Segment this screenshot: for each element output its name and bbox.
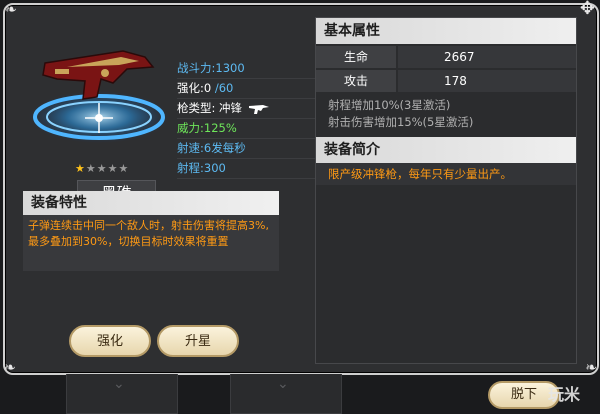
power-stat: 威力:125% [177, 119, 317, 139]
star-icon: ★ [118, 162, 130, 175]
attribute-label: 生命 [316, 46, 396, 68]
feature-description: 子弹连续击中同一个敌人时，射击伤害将提高3%,最多叠加到30%，切换目标时效果将… [28, 219, 269, 248]
equipment-slot[interactable]: ⌄ [66, 374, 178, 414]
bonus-line: 射击伤害增加15%(5星激活) [328, 115, 474, 129]
enhance-stat: 强化:0 /60 [177, 79, 317, 99]
close-ornament-icon[interactable]: ✥ [580, 0, 595, 18]
chevron-down-icon: ⌄ [113, 376, 125, 392]
equipment-dialog: ❧ ✥ ❧ ❧ ★★★★★ 黑礁 [3, 0, 599, 376]
corner-ornament-icon: ❧ [5, 2, 17, 18]
star-bonuses: 射程增加10%(3星激活) 射击伤害增加15%(5星激活) [316, 92, 576, 137]
star-rating: ★★★★★ [75, 162, 129, 175]
summary-title: 装备简介 [316, 137, 576, 163]
star-up-button[interactable]: 升星 [157, 325, 239, 357]
corner-ornament-icon: ❧ [4, 360, 16, 376]
star-icon: ★ [75, 162, 86, 175]
gun-type-stat: 枪类型: 冲锋 [177, 99, 317, 119]
range-stat: 射程:300 [177, 159, 317, 179]
watermark-logo: 玩米 [548, 385, 581, 404]
star-icon: ★ [96, 162, 108, 175]
attribute-label: 攻击 [316, 70, 396, 92]
weapon-image [29, 50, 169, 143]
combat-power-stat: 战斗力:1300 [177, 59, 317, 79]
basic-attributes-title: 基本属性 [316, 18, 576, 44]
feature-title: 装备特性 [23, 191, 279, 215]
bonus-line: 射程增加10%(3星激活) [328, 98, 451, 112]
enhance-button[interactable]: 强化 [69, 325, 151, 357]
attribute-value: 178 [398, 70, 576, 92]
fire-rate-stat: 射速:6发每秒 [177, 139, 317, 159]
attribute-value: 2667 [398, 46, 576, 68]
equipment-slot[interactable]: ⌄ [230, 374, 342, 414]
gun-icon [248, 104, 269, 114]
attribute-row: 生命 2667 [316, 46, 576, 68]
star-icon: ★ [85, 162, 97, 175]
chevron-down-icon: ⌄ [277, 376, 289, 392]
feature-panel: 装备特性 子弹连续击中同一个敌人时，射击伤害将提高3%,最多叠加到30%，切换目… [23, 191, 279, 271]
corner-ornament-icon: ❧ [585, 360, 597, 376]
weapon-stats: 战斗力:1300 强化:0 /60 枪类型: 冲锋 威力:125% 射速:6发每… [177, 59, 317, 179]
attribute-row: 攻击 178 [316, 70, 576, 92]
summary-text: 限产级冲锋枪，每年只有少量出产。 [316, 163, 576, 185]
attributes-panel: 基本属性 生命 2667 攻击 178 射程增加10%(3星激活) 射击伤害增加… [315, 17, 577, 364]
star-icon: ★ [107, 162, 119, 175]
